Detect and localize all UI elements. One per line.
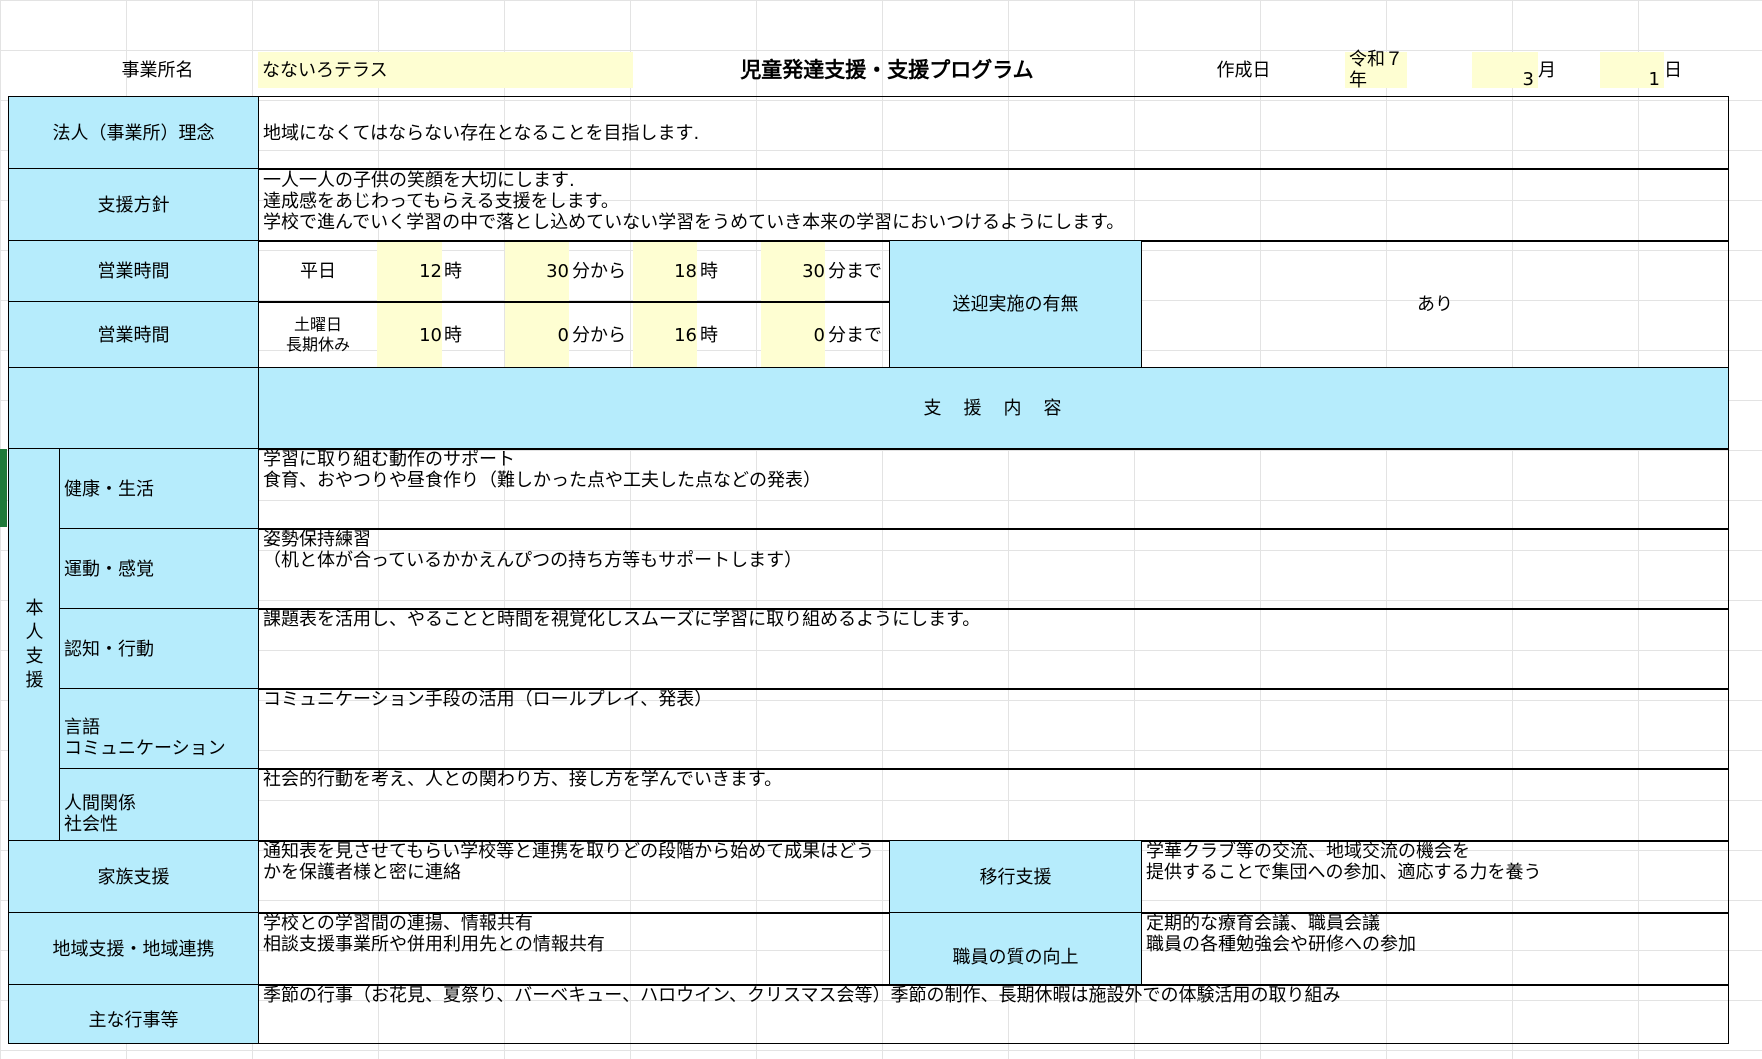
weekday-from-unit: 分から (572, 261, 626, 282)
policy-label: 支援方針 (8, 168, 259, 242)
holiday-start-hour[interactable]: 10 (377, 303, 442, 367)
support-header-blank (8, 367, 259, 450)
weekday-end-minute[interactable]: 30 (761, 242, 825, 301)
family-support-label: 家族支援 (8, 840, 259, 914)
month-unit: 月 (1538, 59, 1556, 81)
holiday-start-minute[interactable]: 0 (505, 303, 569, 367)
events-text[interactable]: 季節の行事（お花見、夏祭り、バーベキュー、ハロウイン、クリスマス会等）季節の制作… (258, 984, 1729, 1044)
health-life-label: 健康・生活 (59, 448, 259, 530)
holiday-hour-unit: 時 (444, 324, 462, 346)
holiday-to-unit: 分まで (828, 324, 882, 346)
day-unit: 日 (1664, 59, 1682, 81)
language-communication-label: 言語 コミュニケーション (59, 688, 259, 770)
events-label: 主な行事等 (8, 984, 259, 1044)
created-day-cell[interactable]: 1 (1600, 52, 1664, 90)
created-date-label: 作成日 (1216, 59, 1271, 81)
holiday-from-unit: 分から (572, 324, 626, 346)
hours-holiday-label: 営業時間 (8, 301, 259, 369)
motor-sensory-label: 運動・感覚 (59, 528, 259, 610)
philosophy-label: 法人（事業所）理念 (8, 96, 259, 170)
office-name-label: 事業所名 (121, 59, 194, 81)
health-life-text[interactable]: 学習に取り組む動作のサポート 食育、おやつりや昼食作り（難しかった点や工夫した点… (258, 448, 1729, 530)
weekday-start-hour[interactable]: 12 (377, 242, 442, 301)
family-support-text[interactable]: 通知表を見させてもらい学校等と連携を取りどの段階から始めて成果はどう かを保護者… (258, 840, 891, 914)
staff-quality-label: 職員の質の向上 (889, 912, 1142, 986)
holiday-end-hour[interactable]: 16 (633, 303, 697, 367)
philosophy-text[interactable]: 地域になくてはならない存在となることを目指します. (258, 96, 1729, 170)
self-support-label: 本 人 支 援 (8, 448, 61, 842)
created-month-value: 3 (1522, 69, 1534, 90)
weekday-end-hour[interactable]: 18 (633, 242, 697, 301)
relationships-social-text[interactable]: 社会的行動を考え、人との関わり方、接し方を学んでいきます。 (258, 768, 1729, 842)
community-support-label: 地域支援・地域連携 (8, 912, 259, 986)
office-name-value[interactable]: なないろテラス (258, 52, 633, 88)
weekday-to-unit: 分まで (828, 261, 882, 282)
policy-text[interactable]: 一人一人の子供の笑顔を大切にします. 達成感をあじわってもらえる支援をします。 … (258, 168, 1729, 242)
transition-support-text[interactable]: 学華クラブ等の交流、地域交流の機会を 提供することで集団への参加、適応する力を養… (1141, 840, 1729, 914)
weekday-hour-unit: 時 (444, 261, 462, 282)
hours-weekday-label: 営業時間 (8, 240, 259, 303)
selected-row-indicator (0, 449, 7, 527)
cognition-behavior-label: 認知・行動 (59, 608, 259, 690)
holiday-end-minute[interactable]: 0 (761, 303, 825, 367)
transition-support-label: 移行支援 (889, 840, 1142, 914)
page-title: 児童発達支援・支援プログラム (740, 57, 1034, 82)
transport-value[interactable]: あり (1141, 240, 1729, 369)
created-day-value: 1 (1648, 69, 1660, 90)
weekday-end-hour-unit: 時 (700, 261, 718, 282)
community-support-text[interactable]: 学校との学習間の連揚、情報共有 相談支援事業所や併用利用先との情報共有 (258, 912, 891, 986)
created-year-value[interactable]: 令和７年 (1345, 49, 1407, 91)
motor-sensory-text[interactable]: 姿勢保持練習 （机と体が合っているかかえんぴつの持ち方等もサポートします） (258, 528, 1729, 610)
transport-label: 送迎実施の有無 (889, 240, 1142, 369)
weekday-start-minute[interactable]: 30 (505, 242, 569, 301)
created-month-cell[interactable]: 3 (1472, 52, 1538, 90)
support-content-header: 支 援 内 容 (258, 367, 1729, 450)
weekday-label: 平日 (300, 261, 336, 282)
relationships-social-label: 人間関係 社会性 (59, 768, 259, 842)
cognition-behavior-text[interactable]: 課題表を活用し、やることと時間を視覚化しスムーズに学習に取り組めるようにします。 (258, 608, 1729, 690)
language-communication-text[interactable]: コミュニケーション手段の活用（ロールプレイ、発表） (258, 688, 1729, 770)
staff-quality-text[interactable]: 定期的な療育会議、職員会議 職員の各種勉強会や研修への参加 (1141, 912, 1729, 986)
holiday-label: 土曜日 長期休み (285, 315, 350, 354)
holiday-end-hour-unit: 時 (700, 324, 718, 346)
